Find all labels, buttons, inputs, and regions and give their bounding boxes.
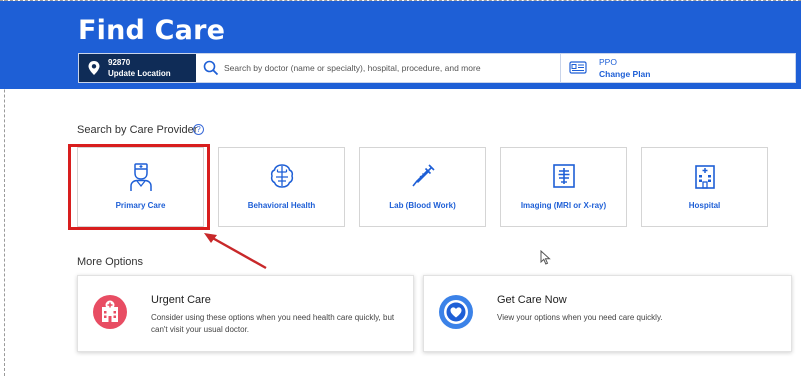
provider-card-lab[interactable]: Lab (Blood Work) — [359, 147, 486, 227]
change-plan-label: Change Plan — [599, 69, 651, 79]
annotation-arrow-icon — [204, 233, 267, 270]
search-input[interactable]: Search by doctor (name or specialty), ho… — [224, 63, 481, 73]
provider-card-imaging[interactable]: Imaging (MRI or X-ray) — [500, 147, 627, 227]
syringe-icon — [411, 164, 435, 187]
option-description-line: Consider using these options when you ne… — [151, 313, 395, 322]
more-options-heading: More Options — [77, 256, 144, 268]
change-plan-button[interactable]: PPO Change Plan — [560, 54, 796, 82]
provider-card-hospital[interactable]: Hospital — [641, 147, 768, 227]
provider-card-label: Behavioral Health — [247, 201, 316, 210]
option-card-urgent-care[interactable]: Urgent Care Consider using these options… — [77, 275, 414, 352]
search-bar: 92870 Update Location Search by doctor (… — [78, 53, 796, 83]
option-title: Urgent Care — [151, 294, 211, 306]
option-description: Consider using these options when you ne… — [151, 312, 394, 336]
id-card-icon — [569, 61, 587, 74]
option-title: Get Care Now — [497, 294, 567, 306]
care-provider-heading: Search by Care Provider — [77, 124, 198, 136]
plan-type: PPO — [599, 57, 617, 67]
update-location-label: Update Location — [108, 69, 171, 78]
provider-card-label: Imaging (MRI or X-ray) — [520, 201, 607, 210]
option-description: View your options when you need care qui… — [497, 312, 663, 324]
heart-icon — [439, 295, 473, 329]
page-header: Find Care 92870 Update Location Search b… — [0, 1, 801, 89]
search-icon — [203, 60, 219, 76]
update-location-button[interactable]: 92870 Update Location — [79, 54, 196, 82]
hospital-icon — [694, 165, 715, 189]
page-title: Find Care — [78, 15, 226, 46]
location-zip: 92870 — [108, 58, 131, 67]
annotation-highlight-box — [68, 144, 210, 230]
xray-icon — [552, 164, 575, 188]
option-card-get-care-now[interactable]: Get Care Now View your options when you … — [423, 275, 792, 352]
brain-icon — [270, 164, 293, 188]
help-icon[interactable]: ? — [193, 124, 204, 135]
option-description-line: can't visit your usual doctor. — [151, 325, 250, 334]
provider-card-label: Lab (Blood Work) — [389, 201, 456, 210]
urgent-care-icon — [93, 295, 127, 329]
location-pin-icon — [88, 61, 100, 75]
provider-card-label: Hospital — [688, 201, 721, 210]
mouse-cursor-icon — [540, 250, 551, 265]
provider-card-behavioral-health[interactable]: Behavioral Health — [218, 147, 345, 227]
option-description-line: View your options when you need care qui… — [497, 313, 663, 322]
